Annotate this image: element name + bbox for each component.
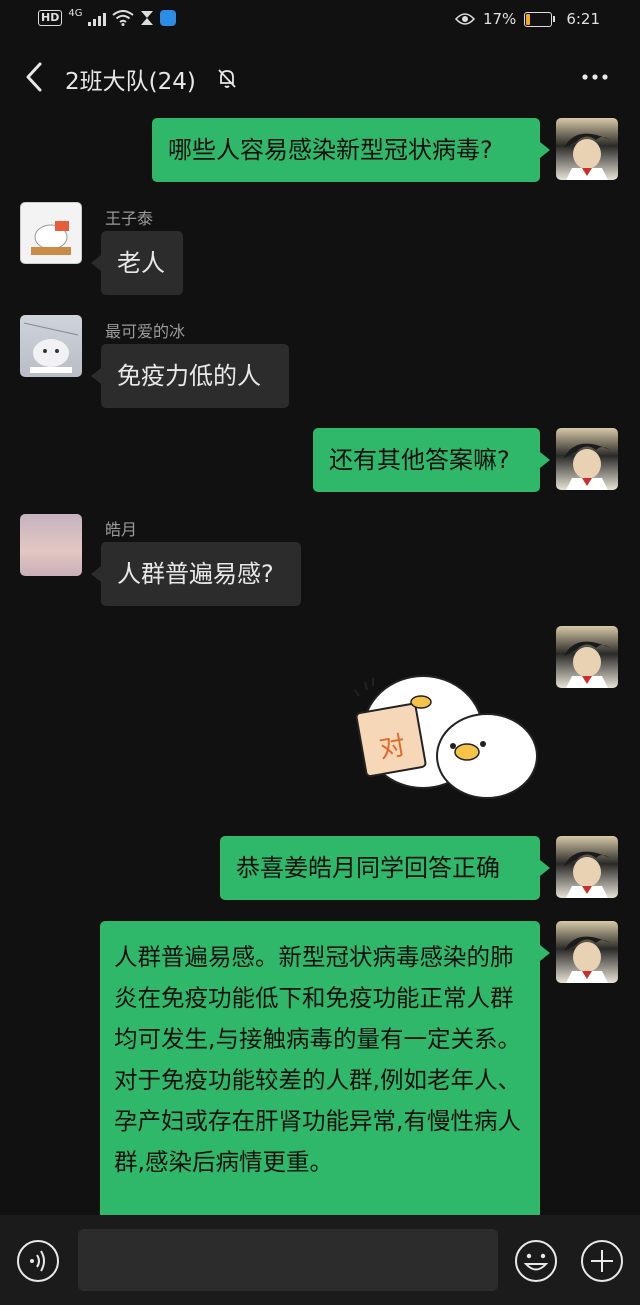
status-right: 17% 6:21 [454,10,600,28]
sender-name: 最可爱的冰 [105,322,186,341]
avatar[interactable] [20,315,82,377]
chat-header: 2班大队(24) [0,42,640,112]
plus-icon[interactable] [580,1239,624,1283]
avatar[interactable] [556,836,618,898]
voice-icon[interactable] [16,1239,60,1283]
avatar[interactable] [556,118,618,180]
network-type: 4G [68,7,83,19]
message-bubble[interactable]: 老人 [91,231,183,295]
message-bubble[interactable]: 人群普遍易感。新型冠状病毒感染的肺炎在免疫功能低下和免疫功能正常人群均可发生,与… [100,921,550,1221]
wifi-icon [112,10,135,26]
battery-percent: 17% [482,10,517,28]
duck-sticker[interactable]: 对 [345,660,540,800]
emoji-icon[interactable] [514,1239,558,1283]
message-bubble[interactable]: 还有其他答案嘛? [313,428,550,492]
status-bar: HD 4G 17% 6:21 [0,0,640,40]
sender-name: 皓月 [105,520,138,539]
signal-icon [88,10,107,26]
sticker-label: 对 [377,731,408,765]
avatar[interactable] [20,514,82,576]
clock: 6:21 [566,10,600,28]
more-dots-icon[interactable] [580,62,610,92]
message-bubble[interactable]: 恭喜姜皓月同学回答正确 [220,836,550,900]
status-left: HD 4G [38,7,177,26]
app-notification-icon [160,10,177,26]
message-bubble[interactable]: 哪些人容易感染新型冠状病毒? [152,118,550,182]
eye-icon [454,13,475,25]
mute-bell-icon [218,69,236,88]
avatar[interactable] [556,626,618,688]
battery-icon [524,11,556,27]
hourglass-icon [141,11,154,25]
back-arrow-icon[interactable] [20,60,50,94]
avatar[interactable] [556,921,618,983]
message-bubble[interactable]: 人群普遍易感? [91,542,301,606]
chat-title: 2班大队(24) [65,69,196,95]
message-input[interactable] [78,1229,498,1291]
avatar[interactable] [556,428,618,490]
message-bubble[interactable]: 免疫力低的人 [91,344,289,408]
hd-badge: HD [38,10,63,26]
sender-name: 王子泰 [105,209,154,228]
avatar[interactable] [20,202,82,264]
input-bar [0,1215,640,1305]
